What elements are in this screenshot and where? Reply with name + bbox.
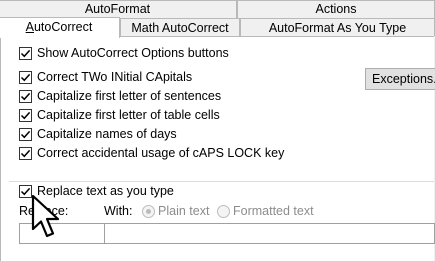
capitalize-sentences-checkbox[interactable]: Capitalize first letter of sentences bbox=[19, 88, 221, 104]
checkmark-icon bbox=[20, 92, 31, 100]
capitalize-sentences-label: Capitalize first letter of sentences bbox=[37, 89, 222, 103]
checkbox-box bbox=[19, 127, 32, 141]
checkbox-box bbox=[19, 46, 32, 60]
tab-autoformat-label: AutoFormat bbox=[84, 2, 151, 16]
tab-actions-label: Actions bbox=[315, 2, 357, 16]
with-input[interactable] bbox=[104, 223, 435, 244]
tab-autoformat-as-you-type-label: AutoFormat As You Type bbox=[268, 21, 407, 35]
checkbox-box bbox=[19, 89, 32, 103]
caps-lock-label: Correct accidental usage of cAPS LOCK ke… bbox=[37, 146, 285, 160]
with-label: With: bbox=[104, 204, 133, 218]
checkmark-icon bbox=[20, 111, 31, 119]
capitalize-table-cells-checkbox[interactable]: Capitalize first letter of table cells bbox=[19, 107, 220, 123]
capitalize-days-label: Capitalize names of days bbox=[37, 127, 177, 141]
mouse-pointer-icon bbox=[31, 194, 60, 238]
plain-text-radio[interactable] bbox=[142, 205, 155, 218]
tab-math-autocorrect-label: Math AutoCorrect bbox=[131, 21, 229, 35]
checkbox-box bbox=[19, 146, 32, 160]
correct-two-initial-capitals-checkbox[interactable]: Correct TWo INitial CApitals bbox=[19, 69, 192, 85]
tab-actions[interactable]: Actions bbox=[237, 0, 435, 18]
capitalize-days-checkbox[interactable]: Capitalize names of days bbox=[19, 126, 177, 142]
radio-selected-dot bbox=[146, 209, 151, 214]
checkmark-icon bbox=[20, 187, 31, 195]
show-autocorrect-options-label: Show AutoCorrect Options buttons bbox=[37, 46, 229, 60]
correct-two-initial-capitals-label: Correct TWo INitial CApitals bbox=[37, 70, 193, 84]
checkmark-icon bbox=[20, 149, 31, 157]
caps-lock-checkbox[interactable]: Correct accidental usage of cAPS LOCK ke… bbox=[19, 145, 284, 161]
formatted-text-radio[interactable] bbox=[217, 205, 230, 218]
plain-text-label: Plain text bbox=[158, 204, 210, 218]
group-separator bbox=[9, 181, 434, 182]
capitalize-table-cells-label: Capitalize first letter of table cells bbox=[37, 108, 220, 122]
checkbox-box bbox=[19, 108, 32, 122]
exceptions-button[interactable]: Exceptions... bbox=[365, 68, 435, 90]
tab-autocorrect-rest: utoCorrect bbox=[33, 20, 93, 34]
tab-autoformat[interactable]: AutoFormat bbox=[0, 0, 237, 18]
checkbox-box bbox=[19, 70, 32, 84]
tab-math-autocorrect[interactable]: Math AutoCorrect bbox=[120, 18, 240, 36]
checkmark-icon bbox=[20, 130, 31, 138]
checkmark-icon bbox=[20, 73, 31, 81]
exceptions-button-label: Exceptions... bbox=[372, 72, 435, 86]
checkmark-icon bbox=[20, 49, 31, 57]
tab-autocorrect-label: AutoCorrect bbox=[25, 20, 93, 34]
formatted-text-label: Formatted text bbox=[233, 204, 314, 218]
tab-autocorrect[interactable]: AutoCorrect bbox=[0, 17, 120, 38]
tab-autoformat-as-you-type[interactable]: AutoFormat As You Type bbox=[240, 18, 435, 36]
autocorrect-panel: Show AutoCorrect Options buttons Correct… bbox=[0, 36, 435, 261]
show-autocorrect-options-checkbox[interactable]: Show AutoCorrect Options buttons bbox=[19, 45, 229, 61]
